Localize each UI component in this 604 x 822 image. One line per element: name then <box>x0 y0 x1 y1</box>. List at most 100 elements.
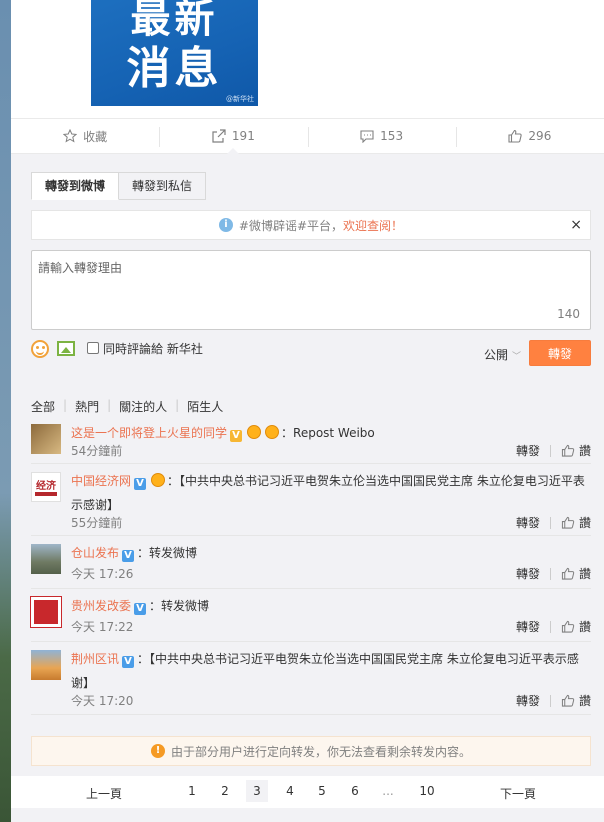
page-5[interactable]: 5 <box>311 780 333 802</box>
username-link[interactable]: 贵州发改委 <box>71 599 131 613</box>
filter-following[interactable]: 關注的人 <box>119 398 167 415</box>
row-ops: 轉發 讚 <box>516 565 591 582</box>
page-4[interactable]: 4 <box>279 780 301 802</box>
also-comment-checkbox[interactable] <box>87 342 99 354</box>
close-icon[interactable]: × <box>570 217 582 233</box>
verified-icon[interactable]: V <box>122 656 135 668</box>
repost-reason-input[interactable]: 請輸入轉發理由 140 <box>31 250 591 330</box>
like-button[interactable]: 296 <box>455 119 604 153</box>
notice-text: 由于部分用户进行定向转发，你无法查看剩余转发内容。 <box>170 744 471 759</box>
username-link[interactable]: 这是一个即将登上火星的同学 <box>71 426 227 440</box>
verified-icon[interactable]: V <box>134 478 147 490</box>
visibility-select[interactable]: 公開 ﹀ <box>484 346 521 363</box>
info-icon: i <box>218 218 233 232</box>
latest-news-image[interactable]: 最新 消息 @新华社 <box>91 0 258 106</box>
page-10[interactable]: 10 <box>413 780 441 802</box>
avatar[interactable]: 经济 <box>31 472 61 502</box>
svg-text:经济: 经济 <box>36 479 57 492</box>
row-ops: 轉發 讚 <box>516 692 591 709</box>
thumbs-up-icon[interactable] <box>561 444 575 457</box>
thumbs-up-icon[interactable] <box>561 516 575 529</box>
medal-icon[interactable] <box>265 425 280 439</box>
avatar[interactable] <box>31 650 61 680</box>
divider <box>549 694 551 707</box>
timestamp[interactable]: 54分鐘前 <box>71 442 122 459</box>
repost-text: ：转发微博 <box>137 546 198 560</box>
repost-content: 仓山发布 V ：转发微博 <box>71 541 591 565</box>
avatar[interactable] <box>31 424 61 454</box>
like-count: 296 <box>528 129 552 143</box>
list-item: 荆州区讯 V ：【中共中央总书记习近平电贺朱立伦当选中国国民党主席 朱立伦复电习近平… <box>31 642 591 715</box>
tab-repost-to-weibo[interactable]: 轉發到微博 <box>31 172 120 200</box>
avatar[interactable] <box>31 544 61 574</box>
next-page-button[interactable]: 下一頁 <box>500 785 536 802</box>
filter-strangers[interactable]: 陌生人 <box>187 398 223 415</box>
row-like-button[interactable]: 讚 <box>579 565 591 582</box>
favorite-button[interactable]: 收藏 <box>11 119 159 153</box>
row-like-button[interactable]: 讚 <box>579 442 591 459</box>
row-like-button[interactable]: 讚 <box>579 618 591 635</box>
username-link[interactable]: 荆州区讯 <box>71 652 119 666</box>
also-comment-label[interactable]: 同時評論給 新华社 <box>103 340 203 357</box>
page-1[interactable]: 1 <box>181 780 203 802</box>
thumbs-up-icon[interactable] <box>561 567 575 580</box>
row-like-button[interactable]: 讚 <box>579 692 591 709</box>
vip-icon[interactable] <box>247 425 262 439</box>
avatar[interactable] <box>30 596 62 628</box>
repost-text-cont: 示感谢】 <box>71 498 120 512</box>
verified-icon[interactable]: V <box>134 603 147 615</box>
timestamp[interactable]: 今天 17:26 <box>71 565 133 582</box>
row-repost-button[interactable]: 轉發 <box>516 692 540 709</box>
timestamp[interactable]: 今天 17:22 <box>71 618 133 635</box>
prev-page-button[interactable]: 上一頁 <box>86 785 122 802</box>
page-6[interactable]: 6 <box>344 780 366 802</box>
repost-list: 这是一个即将登上火星的同学 V ：Repost Weibo 54分鐘前 轉發 讚 经… <box>30 416 591 715</box>
page-ellipsis: ... <box>382 784 394 798</box>
star-icon <box>63 129 78 143</box>
submit-repost-button[interactable]: 轉發 <box>529 340 591 366</box>
row-repost-button[interactable]: 轉發 <box>516 442 540 459</box>
tip-link[interactable]: 欢迎查阅！ <box>343 217 403 234</box>
row-ops: 轉發 讚 <box>516 514 591 531</box>
repost-panel: 轉發到微博 轉發到私信 i #微博辟谣#平台， 欢迎查阅！ × 請輸入轉發理由 1… <box>11 154 604 822</box>
share-icon <box>212 129 226 143</box>
comment-button[interactable]: 153 <box>307 119 456 153</box>
username-link[interactable]: 仓山发布 <box>71 546 119 560</box>
tab-repost-to-message[interactable]: 轉發到私信 <box>119 172 207 200</box>
divider <box>549 567 551 580</box>
vip-icon[interactable] <box>151 473 166 487</box>
thumbs-up-icon[interactable] <box>561 694 575 707</box>
username-link[interactable]: 中国经济网 <box>71 474 131 488</box>
emoji-icon[interactable] <box>31 340 49 358</box>
thumbs-up-icon[interactable] <box>561 620 575 633</box>
divider <box>549 620 551 633</box>
row-repost-button[interactable]: 轉發 <box>516 514 540 531</box>
rumor-tip-bar: i #微博辟谣#平台， 欢迎查阅！ × <box>31 210 591 240</box>
repost-filter: 全部 | 熱門 | 關注的人 | 陌生人 <box>31 398 223 415</box>
list-item: 贵州发改委 V ：转发微博 今天 17:22 轉發 讚 <box>30 589 591 642</box>
row-ops: 轉發 讚 <box>516 618 591 635</box>
verified-icon[interactable]: V <box>122 550 135 562</box>
verified-icon[interactable]: V <box>230 430 243 442</box>
row-repost-button[interactable]: 轉發 <box>516 618 540 635</box>
filter-hot[interactable]: 熱門 <box>75 398 99 415</box>
image-icon[interactable] <box>57 341 75 356</box>
post-action-bar: 收藏 191 153 296 <box>11 118 604 154</box>
timestamp[interactable]: 今天 17:20 <box>71 692 133 709</box>
repost-content: 荆州区讯 V ：【中共中央总书记习近平电贺朱立伦当选中国国民党主席 朱立伦复电习近平… <box>71 647 591 695</box>
timestamp[interactable]: 55分鐘前 <box>71 514 122 531</box>
divider <box>549 444 551 457</box>
repost-text: ：Repost Weibo <box>281 426 375 440</box>
repost-button[interactable]: 191 <box>159 119 307 154</box>
page-3-current[interactable]: 3 <box>246 780 268 802</box>
tip-text[interactable]: #微博辟谣#平台， <box>239 217 343 234</box>
repost-reason-placeholder: 請輸入轉發理由 <box>38 261 123 275</box>
favorite-label: 收藏 <box>83 129 108 144</box>
page-2[interactable]: 2 <box>214 780 236 802</box>
image-text-line2: 消息 <box>126 43 223 94</box>
row-like-button[interactable]: 讚 <box>579 514 591 531</box>
filter-all[interactable]: 全部 <box>31 398 55 415</box>
row-repost-button[interactable]: 轉發 <box>516 565 540 582</box>
repost-count: 191 <box>231 129 255 143</box>
repost-text: ：【中共中央总书记习近平电贺朱立伦当选中国国民党主席 朱立伦复电习近平表示感 <box>137 652 579 666</box>
